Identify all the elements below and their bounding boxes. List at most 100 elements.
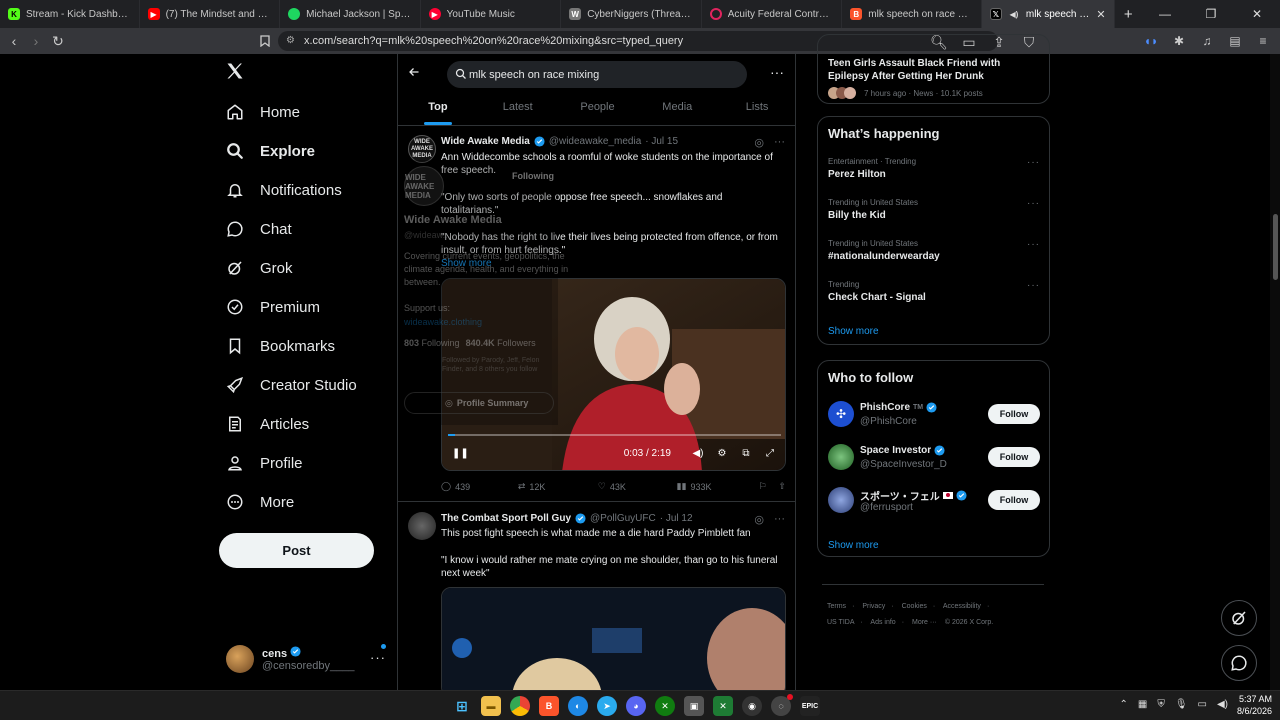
grok-icon[interactable]: ◎ xyxy=(754,513,764,526)
grok-icon[interactable]: ◎ xyxy=(754,136,764,149)
store-icon[interactable]: ▣ xyxy=(684,696,704,716)
brave-icon[interactable]: B xyxy=(539,696,559,716)
trend-more-icon[interactable]: ··· xyxy=(1027,239,1040,250)
messages-float-button[interactable] xyxy=(1221,645,1257,681)
close-tab-icon[interactable]: ✕ xyxy=(1096,8,1105,21)
news-card[interactable]: Teen Girls Assault Black Friend with Epi… xyxy=(817,34,1050,104)
x-logo-icon[interactable] xyxy=(225,61,247,83)
media-icon[interactable]: ♫ xyxy=(1198,31,1216,51)
fullscreen-icon[interactable]: ⤢ xyxy=(763,446,777,460)
bookmark-button[interactable]: ⚐ xyxy=(759,481,779,492)
sidebar-icon[interactable]: ▤ xyxy=(1226,31,1244,51)
nav-grok[interactable]: Grok xyxy=(224,251,293,285)
trends-show-more[interactable]: Show more xyxy=(828,326,879,337)
system-clock[interactable]: 5:37 AM 8/6/2026 xyxy=(1237,693,1272,717)
minimize-icon[interactable]: — xyxy=(1142,7,1188,21)
nav-home[interactable]: Home xyxy=(224,95,300,129)
tab-lists[interactable]: Lists xyxy=(717,94,795,125)
grok-float-button[interactable] xyxy=(1221,600,1257,636)
mic-icon[interactable]: 🎙︎ xyxy=(1175,699,1188,710)
browser-tab[interactable]: ▶ YouTube Music xyxy=(421,0,562,28)
speaker-icon[interactable]: ◀) xyxy=(1217,699,1228,710)
nav-explore[interactable]: Explore xyxy=(224,134,315,168)
pause-icon[interactable]: ❚❚ xyxy=(452,448,469,459)
trend-item[interactable]: Trending Check Chart - Signal ··· xyxy=(828,280,1040,303)
new-tab-button[interactable]: + xyxy=(1115,6,1142,23)
search-options-icon[interactable]: ··· xyxy=(770,64,784,80)
nav-creator-studio[interactable]: Creator Studio xyxy=(224,368,357,402)
tweet-more-icon[interactable]: ··· xyxy=(774,136,785,149)
tray-expand-icon[interactable]: ⌃ xyxy=(1119,699,1127,710)
windows-start-icon[interactable]: ⊞ xyxy=(452,696,472,716)
app-icon[interactable]: ◌ xyxy=(771,694,793,716)
views-button[interactable]: ▮▮ 933K xyxy=(677,481,759,492)
volume-icon[interactable]: ◀) xyxy=(691,446,705,460)
excel-icon[interactable]: ✕ xyxy=(713,696,733,716)
browser-tab[interactable]: WCyberNiggers (Threat Actor) xyxy=(561,0,702,28)
follow-suggestion[interactable]: Space Investor @SpaceInvestor_D Follow xyxy=(828,442,1040,474)
tweet-video[interactable] xyxy=(441,587,786,690)
tweet-avatar[interactable]: WIDE AWAKE MEDIA xyxy=(408,135,436,163)
share-button[interactable]: ⇧ xyxy=(778,481,786,492)
follow-button[interactable]: Follow xyxy=(988,447,1040,467)
menu-icon[interactable]: ≡ xyxy=(1254,31,1272,51)
following-button[interactable]: Following xyxy=(512,171,554,181)
follow-suggestion[interactable]: スポーツ・フェル @ferrusport Follow xyxy=(828,485,1040,517)
file-explorer-icon[interactable]: ▬ xyxy=(481,696,501,716)
back-arrow-icon[interactable] xyxy=(408,65,420,81)
follow-button[interactable]: Follow xyxy=(988,404,1040,424)
trend-more-icon[interactable]: ··· xyxy=(1027,280,1040,291)
nav-bookmarks[interactable]: Bookmarks xyxy=(224,329,335,363)
back-icon[interactable]: ‹ xyxy=(3,30,25,52)
tab-media[interactable]: Media xyxy=(637,94,717,125)
nav-chat[interactable]: Chat xyxy=(224,212,292,246)
chrome-icon[interactable] xyxy=(510,696,530,716)
epic-games-icon[interactable]: EPIC xyxy=(800,696,820,716)
close-window-icon[interactable]: ✕ xyxy=(1234,7,1280,21)
tweet-avatar[interactable] xyxy=(408,512,436,540)
defender-icon[interactable]: ⛨ xyxy=(1157,699,1165,710)
search-input[interactable]: mlk speech on race mixing xyxy=(447,61,747,88)
hovercard-link[interactable]: wideawake.clothing xyxy=(404,317,482,327)
nav-notifications[interactable]: Notifications xyxy=(224,173,342,207)
like-button[interactable]: ♡ 43K xyxy=(598,481,677,492)
leo-icon[interactable]: ◖◗ xyxy=(1142,31,1160,51)
trend-item[interactable]: Entertainment · Trending Perez Hilton ··… xyxy=(828,157,1040,180)
tweet-more-icon[interactable]: ··· xyxy=(774,513,785,526)
repost-button[interactable]: ⇄ 12K xyxy=(518,481,598,492)
post-button[interactable]: Post xyxy=(219,533,374,568)
browser-tab[interactable]: K Stream - Kick Dashboard xyxy=(0,0,140,28)
trend-more-icon[interactable]: ··· xyxy=(1027,157,1040,168)
browser-tab[interactable]: Acuity Federal Contractor Brea xyxy=(702,0,843,28)
xbox-icon[interactable]: ✕ xyxy=(655,696,675,716)
network-icon[interactable]: ▭ xyxy=(1198,699,1207,710)
extensions-icon[interactable]: ✱ xyxy=(1170,31,1188,51)
tab-top[interactable]: Top xyxy=(398,94,478,125)
nav-articles[interactable]: Articles xyxy=(224,407,309,441)
hovercard-avatar[interactable]: WIDE AWAKE MEDIA xyxy=(404,166,444,206)
tweet[interactable]: The Combat Sport Poll Guy @PollGuyUFC · … xyxy=(398,503,795,690)
nav-premium[interactable]: Premium xyxy=(224,290,320,324)
account-switcher[interactable]: cens @censoredby____ ··· xyxy=(226,642,386,676)
gpu-icon[interactable]: ▦ xyxy=(1138,699,1147,710)
profile-summary-button[interactable]: ◎ Profile Summary xyxy=(404,392,554,414)
browser-tab-active[interactable]: 𝕏◀)mlk speech on race mi✕ xyxy=(981,0,1115,28)
page-scrollbar[interactable] xyxy=(1270,54,1280,690)
account-more-icon[interactable]: ··· xyxy=(370,650,386,665)
maximize-icon[interactable]: ❐ xyxy=(1188,7,1234,21)
obs-icon[interactable]: ◉ xyxy=(742,696,762,716)
reload-icon[interactable]: ↻ xyxy=(47,30,69,52)
follow-button[interactable]: Follow xyxy=(988,490,1040,510)
nav-more[interactable]: More xyxy=(224,485,294,519)
bookmark-page-icon[interactable] xyxy=(254,30,276,52)
forward-icon[interactable]: › xyxy=(25,30,47,52)
tab-latest[interactable]: Latest xyxy=(478,94,558,125)
settings-icon[interactable]: ⚙ xyxy=(715,446,729,460)
trend-item[interactable]: Trending in United States #nationalunder… xyxy=(828,239,1040,262)
tab-people[interactable]: People xyxy=(558,94,638,125)
trend-more-icon[interactable]: ··· xyxy=(1027,198,1040,209)
trend-item[interactable]: Trending in United States Billy the Kid … xyxy=(828,198,1040,221)
browser-tab[interactable]: Bmlk speech on race mixing - B xyxy=(842,0,982,28)
browser-tab[interactable]: Michael Jackson | Spotify xyxy=(280,0,421,28)
discord-icon[interactable]: ◕ xyxy=(626,696,646,716)
